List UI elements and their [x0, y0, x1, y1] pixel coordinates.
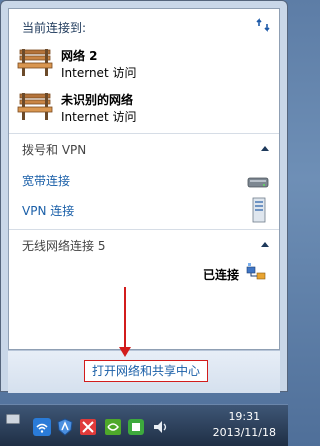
- network-bench-icon: [17, 91, 53, 124]
- taskbar-clock[interactable]: 19:31 2013/11/18: [213, 409, 276, 441]
- connection-access: Internet 访问: [61, 110, 137, 124]
- open-network-sharing-center-link[interactable]: 打开网络和共享中心: [84, 360, 208, 382]
- volume-tray-icon[interactable]: [152, 418, 170, 436]
- modem-icon: [247, 176, 269, 193]
- connection-name: 未识别的网络: [61, 93, 134, 107]
- flyout-footer: 打开网络和共享中心: [8, 350, 280, 393]
- wireless-status: 已连接: [202, 268, 239, 282]
- group-title-wireless: 无线网络连接 5: [22, 239, 106, 253]
- connection-access: Internet 访问: [61, 66, 137, 80]
- collapse-chevron-icon[interactable]: [261, 146, 269, 151]
- nvidia-tray-icon[interactable]: [104, 418, 122, 436]
- network-refresh-icon[interactable]: [255, 17, 271, 36]
- wireless-network-icon[interactable]: [245, 261, 267, 286]
- annotation-arrow-head: [119, 347, 131, 357]
- clock-date: 2013/11/18: [212, 426, 276, 439]
- shield-tray-icon[interactable]: [56, 418, 74, 436]
- clock-time: 19:31: [228, 410, 261, 423]
- network-bench-icon: [17, 47, 53, 80]
- connection-item[interactable]: 网络 2 Internet 访问: [17, 47, 267, 81]
- vpn-connection-link[interactable]: VPN 连接: [22, 202, 74, 219]
- network-flyout: 当前连接到: 网络 2 Internet 访问 未识别的网络 Internet …: [0, 0, 288, 393]
- app-tray-icon[interactable]: [127, 418, 145, 436]
- annotation-arrow-line: [124, 287, 126, 351]
- keyboard-icon[interactable]: [6, 413, 20, 424]
- divider: [9, 133, 279, 134]
- connection-item[interactable]: 未识别的网络 Internet 访问: [17, 91, 267, 125]
- connection-name: 网络 2: [61, 49, 98, 63]
- connections-panel: 当前连接到: 网络 2 Internet 访问 未识别的网络 Internet …: [8, 8, 280, 350]
- security-tray-icon[interactable]: [79, 418, 97, 436]
- divider: [9, 229, 279, 230]
- wifi-tray-icon[interactable]: [33, 418, 51, 436]
- broadband-connection-link[interactable]: 宽带连接: [22, 172, 70, 189]
- current-connections-title: 当前连接到:: [22, 21, 87, 35]
- server-icon: [251, 197, 267, 226]
- group-title-dialup-vpn: 拨号和 VPN: [22, 143, 87, 157]
- taskbar: 19:31 2013/11/18: [0, 404, 288, 446]
- collapse-chevron-icon[interactable]: [261, 242, 269, 247]
